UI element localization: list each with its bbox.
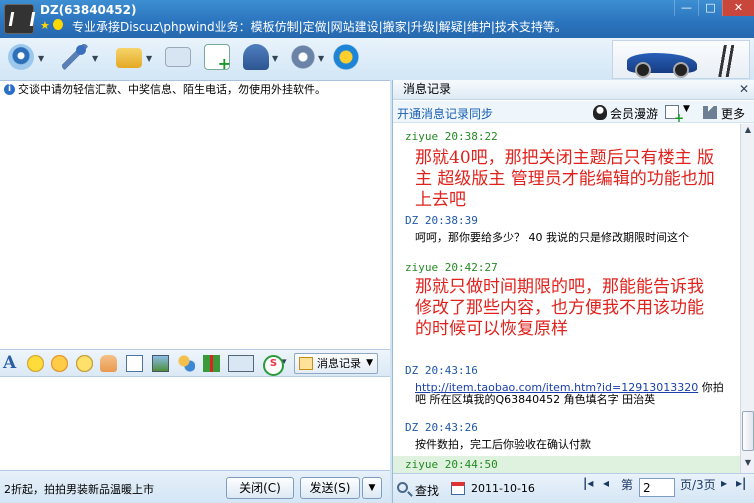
security-scan-icon[interactable]: [263, 355, 291, 376]
message-scrollbar[interactable]: ▲ ▼: [740, 124, 754, 473]
more-label: 更多: [721, 107, 746, 121]
last-page-icon[interactable]: ▸|: [736, 476, 746, 490]
browser-icon[interactable]: [333, 44, 359, 70]
star-icon: ★: [40, 19, 50, 32]
chevron-down-icon: ▼: [683, 104, 690, 114]
car-ad-banner[interactable]: [612, 40, 750, 79]
message-history-button[interactable]: 消息记录 ▼: [294, 353, 378, 374]
message-sender: ziyue 20:42:27: [405, 261, 498, 274]
window-controls: — □ ✕: [674, 0, 754, 16]
first-page-icon[interactable]: |◂: [583, 476, 593, 490]
notice-text: 交谈中请勿轻信汇款、中奖信息、陌生电话，勿使用外挂软件。: [18, 83, 326, 96]
car-image-icon: [627, 53, 697, 78]
prev-page-icon[interactable]: ◂: [603, 476, 609, 490]
remote-assist-icon[interactable]: [243, 44, 269, 70]
scroll-thumb[interactable]: [742, 411, 754, 451]
message-text: 按件数拍，完工后你验收在确认付款: [415, 438, 591, 451]
screenshot-icon[interactable]: [228, 355, 254, 372]
gift-icon[interactable]: [203, 355, 220, 372]
scroll-down-icon[interactable]: ▼: [742, 458, 754, 472]
chevron-down-icon[interactable]: ▼: [146, 54, 152, 63]
message-sender: DZ 20:38:39: [405, 214, 478, 227]
next-page-icon[interactable]: ▸: [721, 476, 727, 490]
qq-logo-icon: [4, 4, 34, 34]
close-button[interactable]: 关闭(C): [226, 477, 294, 499]
message-list[interactable]: ziyue 20:38:22 那就40吧，那把关闭主题后只有楼主 版主 超级版主…: [393, 124, 740, 473]
history-footer: 查找 2011-10-16 |◂ ◂ 第 页/3页 ▸ ▸|: [393, 473, 754, 503]
speaker-icon: [703, 106, 717, 119]
history-title: 消息记录: [403, 82, 452, 96]
message-sender: DZ 20:43:16: [405, 364, 478, 377]
export-button[interactable]: ▼: [665, 104, 691, 125]
message-sender: ziyue 20:44:50: [405, 458, 498, 471]
emoji-icon[interactable]: [27, 355, 44, 372]
sync-link[interactable]: 开通消息记录同步: [397, 105, 493, 122]
history-header: 消息记录 ✕: [393, 80, 754, 100]
chevron-down-icon: ▼: [366, 358, 373, 368]
close-window-button[interactable]: ✕: [722, 0, 754, 16]
contact-signature: 专业承接Discuz\phpwind业务：模板仿制|定做|网站建设|搬家|升级|…: [72, 20, 567, 34]
font-icon[interactable]: A: [3, 355, 20, 372]
chat-pane: i 交谈中请勿轻信汇款、中奖信息、陌生电话，勿使用外挂软件。 A 消息记录 ▼ …: [0, 80, 390, 503]
date-picker[interactable]: 2011-10-16: [451, 482, 535, 495]
more-button[interactable]: 更多: [703, 105, 745, 122]
chevron-down-icon[interactable]: ▼: [272, 54, 278, 63]
member-roaming-label: 会员漫游: [610, 107, 659, 121]
create-group-icon[interactable]: [204, 44, 231, 73]
level-icon: [53, 19, 63, 30]
find-label: 查找: [415, 484, 440, 498]
email-icon[interactable]: [165, 47, 191, 67]
app-settings-icon[interactable]: [290, 44, 316, 70]
message-input[interactable]: [0, 377, 390, 470]
member-roaming-button[interactable]: 会员漫游: [593, 105, 658, 122]
message-history-label: 消息记录: [317, 357, 361, 370]
page-number-input[interactable]: [639, 478, 675, 497]
search-icon: [397, 482, 408, 493]
page-suffix: 页/3页: [680, 478, 716, 492]
scribble-icon[interactable]: [126, 355, 143, 372]
history-icon: [299, 357, 313, 370]
ad-link[interactable]: 2折起，拍拍男装新品温暖上市: [4, 481, 154, 497]
title-bar: DZ(63840452) ★ 专业承接Discuz\phpwind业务：模板仿制…: [0, 0, 754, 38]
security-notice: i 交谈中请勿轻信汇款、中奖信息、陌生电话，勿使用外挂软件。: [0, 81, 390, 99]
message-text: 那就只做时间期限的吧，那能能告诉我修改了那些内容，也方便我不用该功能的时候可以恢…: [415, 277, 704, 339]
message-text: http://item.taobao.com/item.htm?id=12913…: [415, 381, 724, 406]
chevron-down-icon[interactable]: ▼: [92, 54, 98, 63]
send-image-icon[interactable]: [152, 355, 169, 372]
chevron-down-icon[interactable]: ▼: [318, 54, 324, 63]
nudge-icon[interactable]: [100, 355, 117, 372]
voice-call-icon[interactable]: [62, 44, 88, 70]
send-options-chevron-icon[interactable]: ▼: [362, 477, 382, 499]
magic-expression-icon[interactable]: [76, 355, 93, 372]
music-icon[interactable]: [178, 355, 195, 372]
send-bar: 2折起，拍拍男装新品温暖上市 关闭(C) 发送(S) ▼: [0, 470, 390, 503]
animated-emoji-icon[interactable]: [51, 355, 68, 372]
message-sender: ziyue 20:38:22: [405, 130, 498, 143]
find-button[interactable]: 查找: [397, 482, 439, 499]
format-toolbar: A 消息记录 ▼: [0, 349, 390, 377]
scroll-up-icon[interactable]: ▲: [742, 125, 754, 139]
contact-name: DZ(63840452): [40, 3, 137, 17]
video-call-icon[interactable]: [8, 44, 34, 70]
maximize-button[interactable]: □: [698, 0, 722, 16]
model-image-icon: [715, 45, 739, 77]
export-icon: [665, 105, 684, 125]
history-toolbar: 开通消息记录同步 会员漫游 ▼ 更多: [393, 101, 754, 125]
close-history-icon[interactable]: ✕: [739, 80, 749, 99]
message-text: 那就40吧，那把关闭主题后只有楼主 版主 超级版主 管理员才能编辑的功能也加上去…: [415, 148, 715, 210]
send-button[interactable]: 发送(S): [300, 477, 360, 499]
send-file-icon[interactable]: [116, 48, 142, 68]
info-icon: i: [4, 84, 15, 95]
message-sender: DZ 20:43:26: [405, 421, 478, 434]
date-label: 2011-10-16: [471, 482, 535, 495]
calendar-icon: [451, 482, 465, 495]
history-pane: 消息记录 ✕ 开通消息记录同步 会员漫游 ▼ 更多 ziyue 20:38:22…: [392, 80, 754, 503]
chevron-down-icon[interactable]: ▼: [38, 54, 44, 63]
message-text: 呵呵，那你要给多少？ 40 我说的只是修改期限时间这个: [415, 231, 689, 244]
penguin-icon: [593, 105, 607, 120]
page-prefix: 第: [621, 478, 634, 492]
minimize-button[interactable]: —: [674, 0, 698, 16]
